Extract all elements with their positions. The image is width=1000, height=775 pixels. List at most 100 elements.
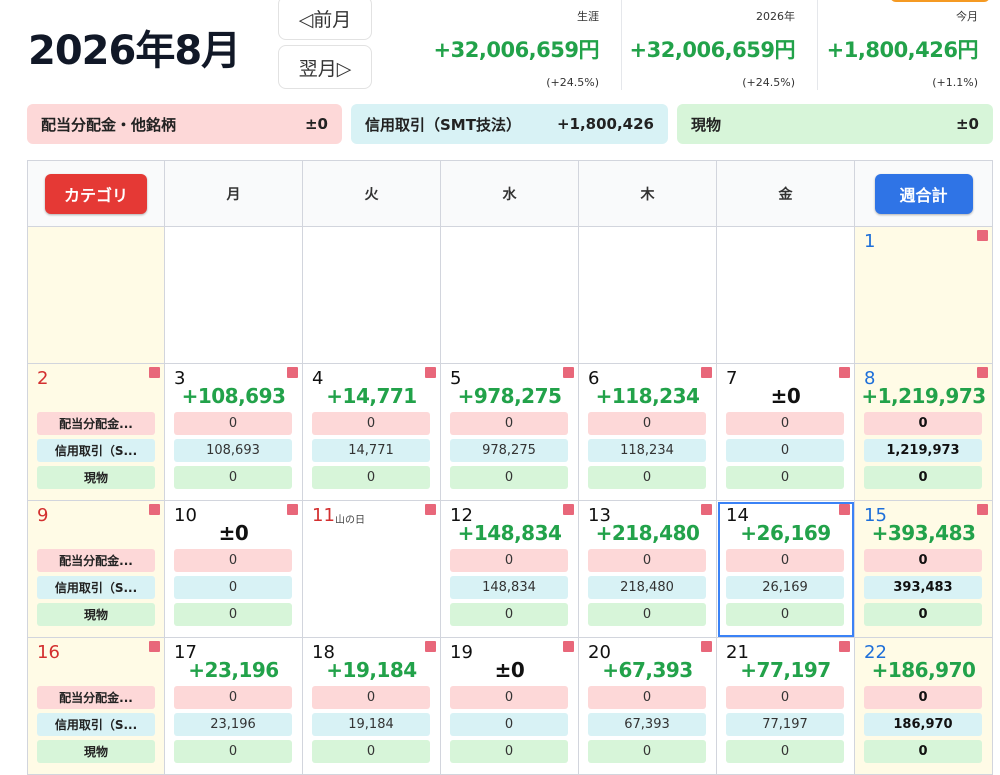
- dividend-value: 0: [450, 549, 568, 572]
- dividend-value: 0: [450, 686, 568, 709]
- day-cell[interactable]: 17 +23,196 0 23,196 0: [165, 638, 303, 775]
- spot-value: 0: [312, 466, 430, 489]
- flag-icon: [839, 641, 850, 652]
- weekday-header: 水: [441, 160, 579, 227]
- spot-value: 0: [450, 603, 568, 626]
- spot-value: 0: [174, 603, 292, 626]
- week-summary-cell[interactable]: 22 +186,970 0 186,970 0: [855, 638, 993, 775]
- stat-lifetime: 生涯 +32,006,659円 (+24.5%): [426, 0, 622, 90]
- week-summary-cell[interactable]: 8 +1,219,973 0 1,219,973 0: [855, 364, 993, 501]
- margin-value: 978,275: [450, 439, 568, 462]
- dividend-value: 0: [726, 686, 844, 709]
- category-summary-margin[interactable]: 信用取引（SMT技法） +1,800,426: [351, 104, 668, 144]
- day-cell[interactable]: 5 +978,275 0 978,275 0: [441, 364, 579, 501]
- margin-value: 108,693: [174, 439, 292, 462]
- week-label-cell[interactable]: 16 配当分配金... 信用取引（S... 現物: [27, 638, 165, 775]
- category-label: 配当分配金...: [37, 686, 155, 709]
- week-margin-value: 186,970: [864, 713, 982, 736]
- day-cell[interactable]: 7 ±0 0 0 0: [717, 364, 855, 501]
- day-cell-selected[interactable]: 14 +26,169 0 26,169 0: [717, 501, 855, 638]
- margin-value: 67,393: [588, 713, 706, 736]
- holiday-cell[interactable]: 11 山の日: [303, 501, 441, 638]
- spot-value: 0: [174, 740, 292, 763]
- day-total: +23,196: [188, 658, 279, 682]
- weekday-header: 木: [579, 160, 717, 227]
- stat-label: 生涯: [577, 10, 599, 23]
- day-cell[interactable]: 18 +19,184 0 19,184 0: [303, 638, 441, 775]
- flag-icon: [425, 641, 436, 652]
- week-label-cell[interactable]: 2 配当分配金... 信用取引（S... 現物: [27, 364, 165, 501]
- day-total: +77,197: [740, 658, 831, 682]
- stat-label: 2026年: [756, 10, 795, 23]
- category-summary-spot[interactable]: 現物 ±0: [677, 104, 993, 144]
- stat-value: +32,006,659円: [433, 38, 600, 62]
- stat-percent: (+1.1%): [932, 76, 978, 89]
- day-cell[interactable]: 10 ±0 0 0 0: [165, 501, 303, 638]
- flag-icon: [563, 367, 574, 378]
- category-header-cell: カテゴリ: [27, 160, 165, 227]
- flag-icon: [839, 367, 850, 378]
- day-number: 16: [37, 642, 60, 663]
- category-name: 現物: [691, 115, 722, 134]
- day-cell[interactable]: 6 +118,234 0 118,234 0: [579, 364, 717, 501]
- week-dividend-value: 0: [864, 412, 982, 435]
- stat-percent: (+24.5%): [546, 76, 599, 89]
- dividend-value: 0: [174, 549, 292, 572]
- stat-value: +1,800,426円: [826, 38, 979, 62]
- weekday-header: 金: [717, 160, 855, 227]
- margin-value: 0: [450, 713, 568, 736]
- next-month-button[interactable]: 翌月▷: [278, 45, 372, 89]
- stat-year: 2026年 +32,006,659円 (+24.5%): [622, 0, 818, 90]
- day-cell[interactable]: 19 ±0 0 0 0: [441, 638, 579, 775]
- day-total: ±0: [218, 521, 249, 545]
- holiday-name: 山の日: [335, 515, 365, 526]
- day-total: +26,169: [740, 521, 831, 545]
- week-label-cell[interactable]: 9 配当分配金... 信用取引（S... 現物: [27, 501, 165, 638]
- day-total: +148,834: [457, 521, 562, 545]
- week-summary-cell[interactable]: 15 +393,483 0 393,483 0: [855, 501, 993, 638]
- weekday-header: 月: [165, 160, 303, 227]
- week-total: +393,483: [871, 521, 976, 545]
- day-cell[interactable]: 4 +14,771 0 14,771 0: [303, 364, 441, 501]
- category-value: ±0: [304, 115, 328, 133]
- day-cell[interactable]: 3 +108,693 0 108,693 0: [165, 364, 303, 501]
- week-total: +186,970: [871, 658, 976, 682]
- flag-icon: [563, 504, 574, 515]
- dividend-value: 0: [312, 686, 430, 709]
- week-label-cell: [27, 227, 165, 364]
- margin-value: 148,834: [450, 576, 568, 599]
- week-summary-cell[interactable]: 1: [855, 227, 993, 364]
- week-dividend-value: 0: [864, 549, 982, 572]
- margin-value: 0: [726, 439, 844, 462]
- stat-month: 今月 +1,800,426円 (+1.1%): [818, 0, 1000, 90]
- flag-icon: [977, 504, 988, 515]
- week-total-header-cell: 週合計: [855, 160, 993, 227]
- day-cell[interactable]: 21 +77,197 0 77,197 0: [717, 638, 855, 775]
- day-total: ±0: [494, 658, 525, 682]
- flag-icon: [149, 367, 160, 378]
- margin-value: 118,234: [588, 439, 706, 462]
- spot-value: 0: [726, 603, 844, 626]
- day-cell[interactable]: 13 +218,480 0 218,480 0: [579, 501, 717, 638]
- flag-icon: [149, 504, 160, 515]
- flag-icon: [701, 504, 712, 515]
- spot-value: 0: [312, 740, 430, 763]
- category-button[interactable]: カテゴリ: [45, 173, 147, 214]
- category-summary-dividend[interactable]: 配当分配金・他銘柄 ±0: [27, 104, 342, 144]
- prev-month-button[interactable]: ◁前月: [278, 0, 372, 40]
- calendar-week-row: 2 配当分配金... 信用取引（S... 現物 3 +108,693 0 108…: [27, 364, 993, 501]
- category-value: ±0: [955, 115, 979, 133]
- day-cell[interactable]: 12 +148,834 0 148,834 0: [441, 501, 579, 638]
- calendar-header-row: カテゴリ 月 火 水 木 金 週合計: [27, 160, 993, 227]
- day-number: 2: [37, 368, 49, 389]
- day-cell[interactable]: 20 +67,393 0 67,393 0: [579, 638, 717, 775]
- week-total-button[interactable]: 週合計: [874, 173, 973, 214]
- stat-label: 今月: [956, 10, 978, 23]
- category-label: 信用取引（S...: [37, 439, 155, 462]
- flag-icon: [149, 641, 160, 652]
- category-label: 配当分配金...: [37, 549, 155, 572]
- category-label: 現物: [37, 603, 155, 626]
- margin-value: 218,480: [588, 576, 706, 599]
- day-total: +19,184: [326, 658, 417, 682]
- flag-icon: [425, 504, 436, 515]
